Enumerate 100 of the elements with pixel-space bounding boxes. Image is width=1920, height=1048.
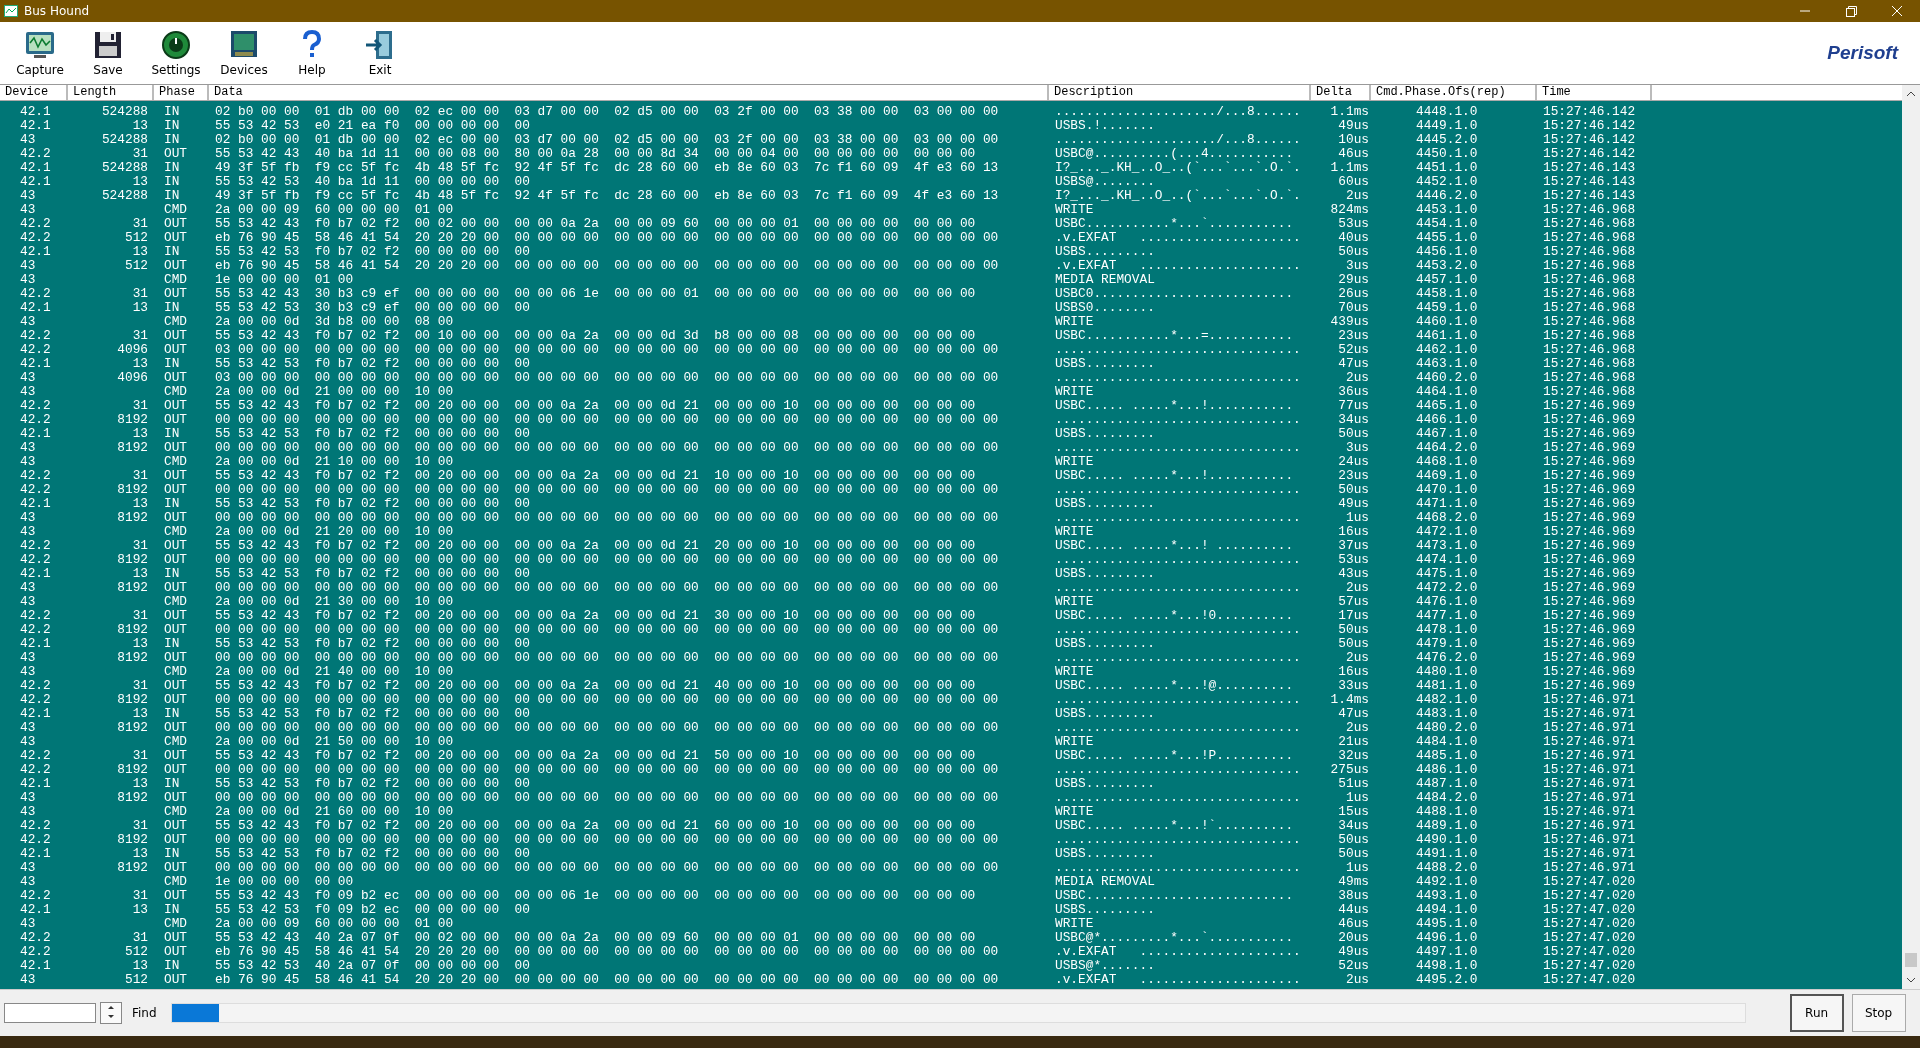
table-cell: 15:27:47.020 — [1543, 930, 1636, 945]
action-button[interactable]: Run — [1789, 994, 1844, 1032]
scroll-up-icon[interactable] — [1906, 90, 1916, 98]
table-cell: 4493.1.0 — [1416, 888, 1478, 903]
table-cell: 15:27:46.971 — [1543, 734, 1636, 749]
table-cell: CMD — [164, 734, 188, 749]
spin-up-icon[interactable] — [107, 1005, 115, 1010]
table-cell: ................................ — [1055, 832, 1301, 847]
table-cell: OUT — [164, 440, 188, 455]
table-cell: 4495.2.0 — [1416, 972, 1478, 987]
table-cell: 55 53 42 43 f0 b7 02 f2 00 20 00 00 00 00 0a 2a 00 00 0d 21 10 00 00 10 00 00 00 00 00 00 00 — [215, 468, 976, 483]
scroll-thumb[interactable] — [1905, 953, 1917, 967]
table-cell: 4454.1.0 — [1416, 216, 1478, 231]
table-cell: 42.2 — [20, 888, 51, 903]
table-cell: 02 b0 00 00 01 db 00 00 02 ec 00 00 03 d7 00 00 02 d5 00 00 03 2f 00 00 03 38 00 00 03 00 00 00 — [215, 132, 999, 147]
table-cell: OUT — [164, 146, 188, 161]
scroll-down-icon[interactable] — [1906, 976, 1916, 984]
action-button[interactable]: Stop — [1851, 994, 1906, 1032]
table-cell: OUT — [164, 650, 188, 665]
table-cell: 15:27:46.971 — [1543, 832, 1636, 847]
table-cell: OUT — [164, 482, 188, 497]
table-cell: 15:27:47.020 — [1543, 916, 1636, 931]
table-cell: 1e 00 00 00 01 00 — [215, 272, 354, 287]
table-cell: 44us — [1338, 902, 1369, 917]
table-cell: 15:27:46.969 — [1543, 538, 1636, 553]
table-cell: 55 53 42 43 f0 b7 02 f2 00 20 00 00 00 00 0a 2a 00 00 0d 21 50 00 00 10 00 00 00 00 00 00 00 — [215, 748, 976, 763]
table-cell: 43 — [20, 664, 36, 679]
table-cell: CMD — [164, 804, 188, 819]
table-cell: 42.1 — [20, 300, 51, 315]
table-cell: OUT — [164, 972, 188, 987]
table-cell: 4482.1.0 — [1416, 692, 1478, 707]
table-cell: 38us — [1338, 888, 1369, 903]
table-cell: IN — [164, 160, 180, 175]
table-cell: ................................ — [1055, 860, 1301, 875]
table-cell: 03 00 00 00 00 00 00 00 00 00 00 00 00 00 00 00 00 00 00 00 00 00 00 00 00 00 00 00 00 00 00 00 — [215, 370, 999, 385]
table-cell: 13 — [132, 846, 148, 861]
table-cell: 55 53 42 43 30 b3 c9 ef 00 00 00 00 00 00 06 1e 00 00 00 01 00 00 00 00 00 00 00 00 00 00 00 — [215, 286, 976, 301]
table-cell: 42.2 — [20, 748, 51, 763]
table-cell: IN — [164, 118, 180, 133]
table-cell: 512 — [124, 258, 148, 273]
table-cell: ................................ — [1055, 762, 1301, 777]
table-cell: ................................ — [1055, 790, 1301, 805]
table-cell: 524288 — [101, 104, 148, 119]
table-cell: 42.1 — [20, 356, 51, 371]
table-cell: 15:27:46.969 — [1543, 524, 1636, 539]
table-cell: 3us — [1345, 258, 1369, 273]
table-cell: USBS......... — [1055, 776, 1155, 791]
table-cell: 43 — [20, 874, 36, 889]
table-cell: 4451.1.0 — [1416, 160, 1478, 175]
table-cell: 4477.1.0 — [1416, 608, 1478, 623]
table-cell: USBC..... .....*...!0.......... — [1055, 608, 1294, 623]
table-cell: WRITE — [1055, 384, 1094, 399]
table-cell: 512 — [124, 230, 148, 245]
toolbar-button[interactable]: Capture — [6, 24, 74, 82]
table-cell: 55 53 42 53 40 ba 1d 11 00 00 00 00 00 — [215, 174, 530, 189]
table-cell: 55 53 42 53 f0 b7 02 f2 00 00 00 00 00 — [215, 706, 530, 721]
spin-down-icon[interactable] — [107, 1014, 115, 1019]
table-cell: 4472.2.0 — [1416, 580, 1478, 595]
table-cell: 4468.2.0 — [1416, 510, 1478, 525]
table-cell: 15:27:46.968 — [1543, 286, 1636, 301]
toolbar-button[interactable]: Exit — [346, 24, 414, 82]
table-cell: OUT — [164, 258, 188, 273]
table-cell: 43 — [20, 188, 36, 203]
table-cell: 13 — [132, 496, 148, 511]
spin-button[interactable] — [100, 1002, 122, 1024]
table-cell: 31 — [132, 468, 148, 483]
table-cell: USBS.!....... — [1055, 118, 1155, 133]
table-cell: 42.2 — [20, 944, 51, 959]
table-cell: 4452.1.0 — [1416, 174, 1478, 189]
table-cell: 4472.1.0 — [1416, 524, 1478, 539]
table-cell: 15:27:46.142 — [1543, 104, 1636, 119]
table-cell: IN — [164, 132, 180, 147]
table-cell: IN — [164, 706, 180, 721]
toolbar-button[interactable]: Help — [278, 24, 346, 82]
table-cell: 15:27:46.968 — [1543, 300, 1636, 315]
table-cell: 43 — [20, 734, 36, 749]
table-cell: 1.1ms — [1330, 160, 1369, 175]
table-cell: 42.1 — [20, 426, 51, 441]
table-cell: CMD — [164, 916, 188, 931]
table-cell: 4496.1.0 — [1416, 930, 1478, 945]
table-cell: 4458.1.0 — [1416, 286, 1478, 301]
table-cell: ................................ — [1055, 370, 1301, 385]
table-cell: OUT — [164, 342, 188, 357]
table-cell: 43 — [20, 272, 36, 287]
table-cell: 42.1 — [20, 902, 51, 917]
table-cell: 4469.1.0 — [1416, 468, 1478, 483]
find-field[interactable] — [4, 1003, 96, 1023]
table-cell: 49us — [1338, 496, 1369, 511]
table-cell: 15:27:46.969 — [1543, 552, 1636, 567]
table-cell: I?_..._.KH_..O_..(`...`...`.O.`. — [1055, 188, 1301, 203]
table-cell: 1us — [1345, 790, 1369, 805]
toolbar-button[interactable]: Settings — [142, 24, 210, 82]
table-cell: 00 00 00 00 00 00 00 00 00 00 00 00 00 00 00 00 00 00 00 00 00 00 00 00 00 00 00 00 00 00 00 00 — [215, 552, 999, 567]
table-cell: 4453.2.0 — [1416, 258, 1478, 273]
table-cell: 4460.1.0 — [1416, 314, 1478, 329]
toolbar-button[interactable]: Save — [74, 24, 142, 82]
toolbar-button[interactable]: Devices — [210, 24, 278, 82]
table-cell: 13 — [132, 174, 148, 189]
table-cell: 00 00 00 00 00 00 00 00 00 00 00 00 00 00 00 00 00 00 00 00 00 00 00 00 00 00 00 00 00 00 00 00 — [215, 790, 999, 805]
table-cell: 15us — [1338, 804, 1369, 819]
